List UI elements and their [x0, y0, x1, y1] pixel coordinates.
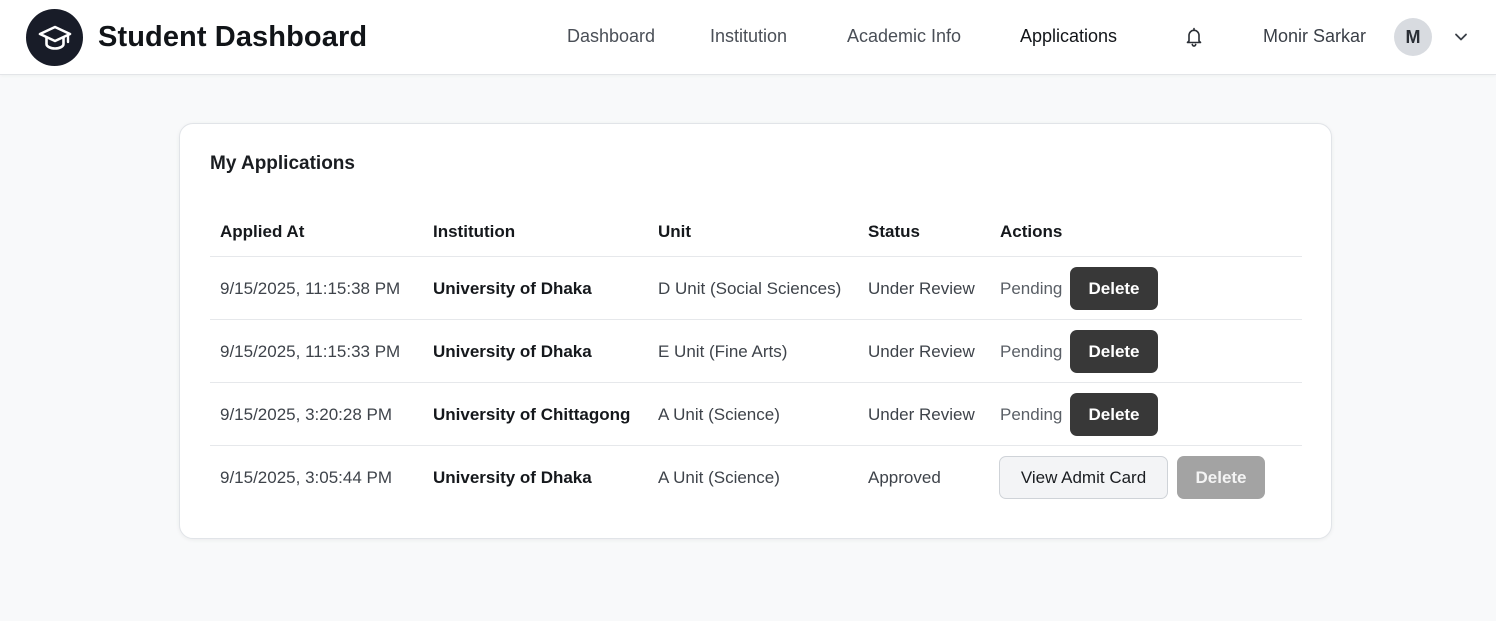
chevron-down-icon[interactable]	[1453, 30, 1469, 44]
status-text: Under Review	[868, 404, 975, 424]
table-row: 9/15/2025, 11:15:33 PM University of Dha…	[210, 319, 1302, 382]
applied-at: 9/15/2025, 11:15:38 PM	[220, 278, 401, 298]
table-row: 9/15/2025, 11:15:38 PM University of Dha…	[210, 256, 1302, 319]
nav-academic-info[interactable]: Academic Info	[847, 26, 961, 47]
institution-name: University of Dhaka	[433, 278, 592, 298]
applied-at: 9/15/2025, 3:20:28 PM	[220, 404, 393, 424]
delete-button-disabled[interactable]: Delete	[1177, 456, 1265, 499]
col-actions: Actions	[1000, 222, 1063, 241]
unit-name: A Unit (Science)	[658, 467, 780, 487]
action-status: Pending	[1000, 383, 1062, 446]
pending-label: Pending	[1000, 341, 1063, 361]
action-status: Pending	[1000, 320, 1062, 383]
institution-name: University of Dhaka	[433, 341, 592, 361]
delete-button[interactable]: Delete	[1070, 330, 1158, 373]
nav-dashboard[interactable]: Dashboard	[567, 26, 655, 47]
view-admit-card-button[interactable]: View Admit Card	[999, 456, 1168, 499]
graduation-cap-icon	[26, 8, 83, 66]
status-text: Under Review	[868, 278, 975, 298]
unit-name: A Unit (Science)	[658, 404, 780, 424]
brand[interactable]: Student Dashboard	[26, 8, 367, 66]
col-status: Status	[868, 222, 920, 241]
pending-label: Pending	[1000, 404, 1063, 424]
status-text: Under Review	[868, 341, 975, 361]
applied-at: 9/15/2025, 11:15:33 PM	[220, 341, 401, 361]
top-navbar: Student Dashboard Dashboard Institution …	[0, 0, 1496, 75]
unit-name: E Unit (Fine Arts)	[658, 341, 788, 361]
applied-at: 9/15/2025, 3:05:44 PM	[220, 467, 393, 487]
avatar[interactable]: M	[1394, 18, 1432, 56]
delete-button[interactable]: Delete	[1070, 267, 1158, 310]
bell-icon[interactable]	[1184, 26, 1204, 48]
applications-card: My Applications Applied At Institution U…	[179, 123, 1332, 539]
table-row: 9/15/2025, 3:20:28 PM University of Chit…	[210, 382, 1302, 445]
col-applied-at: Applied At	[220, 222, 305, 241]
card-title: My Applications	[210, 153, 355, 174]
status-text: Approved	[868, 467, 941, 487]
table-row: 9/15/2025, 3:05:44 PM University of Dhak…	[210, 445, 1302, 508]
action-status: Pending	[1000, 257, 1062, 320]
institution-name: University of Dhaka	[433, 467, 592, 487]
user-name[interactable]: Monir Sarkar	[1263, 26, 1366, 47]
col-institution: Institution	[433, 222, 516, 241]
nav-applications[interactable]: Applications	[1020, 26, 1117, 47]
delete-button[interactable]: Delete	[1070, 393, 1158, 436]
unit-name: D Unit (Social Sciences)	[658, 278, 842, 298]
nav-institution[interactable]: Institution	[710, 26, 787, 47]
col-unit: Unit	[658, 222, 692, 241]
app-title: Student Dashboard	[98, 20, 368, 53]
institution-name: University of Chittagong	[433, 404, 631, 424]
pending-label: Pending	[1000, 278, 1063, 298]
